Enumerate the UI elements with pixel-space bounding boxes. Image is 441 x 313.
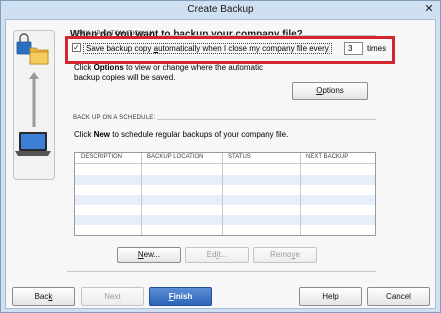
table-row[interactable] [75, 225, 375, 235]
table-row[interactable] [75, 195, 375, 205]
times-label: times [367, 44, 387, 53]
auto-backup-checkbox[interactable]: ✓ [72, 43, 81, 52]
schedule-info-text: Click New to schedule regular backups of… [74, 130, 289, 139]
folder-icon [29, 47, 49, 65]
column-header-backup-location[interactable]: BACKUP LOCATION [147, 154, 203, 160]
section-frame-bottom [67, 271, 376, 272]
backup-count-input[interactable]: 3 [344, 42, 363, 55]
finish-button[interactable]: Finish [149, 287, 212, 306]
schedule-table: DESCRIPTION BACKUP LOCATION STATUS NEXT … [74, 152, 376, 236]
lock-icon [16, 33, 32, 55]
help-button[interactable]: Help [299, 287, 362, 306]
backup-illustration [6, 20, 60, 270]
table-row[interactable] [75, 205, 375, 215]
edit-schedule-button[interactable]: Edit... [185, 247, 249, 263]
table-header: DESCRIPTION BACKUP LOCATION STATUS NEXT … [75, 153, 375, 164]
table-row[interactable] [75, 185, 375, 195]
close-icon[interactable]: ✕ [422, 3, 436, 16]
arrow-up-icon [29, 72, 39, 127]
column-divider [300, 153, 301, 235]
table-row[interactable] [75, 215, 375, 225]
table-row[interactable] [75, 175, 375, 185]
laptop-icon [15, 132, 51, 156]
options-info-text: Click Options to view or change where th… [74, 63, 263, 82]
column-divider [141, 153, 142, 235]
schedule-section-divider [157, 119, 376, 120]
column-divider [222, 153, 223, 235]
column-header-status[interactable]: STATUS [228, 154, 251, 160]
auto-backup-checkbox-label[interactable]: Save backup copy automatically when I cl… [83, 43, 332, 54]
create-backup-window: Create Backup ✕ When do you want BACK UP… [0, 0, 441, 313]
window-title: Create Backup [187, 4, 254, 15]
cancel-button[interactable]: Cancel [367, 287, 430, 306]
table-row[interactable] [75, 165, 375, 175]
title-bar: Create Backup ✕ [1, 1, 440, 19]
illustration-svg [15, 33, 51, 156]
back-button[interactable]: Back [12, 287, 75, 306]
schedule-section-label: BACK UP ON A SCHEDULE: [73, 115, 156, 121]
next-button[interactable]: Next [81, 287, 144, 306]
column-header-next-backup[interactable]: NEXT BACKUP [306, 154, 348, 160]
column-header-description[interactable]: DESCRIPTION [81, 154, 122, 160]
remove-schedule-button[interactable]: Remove [253, 247, 317, 263]
options-button[interactable]: Options [292, 82, 368, 100]
new-schedule-button[interactable]: New... [117, 247, 181, 263]
